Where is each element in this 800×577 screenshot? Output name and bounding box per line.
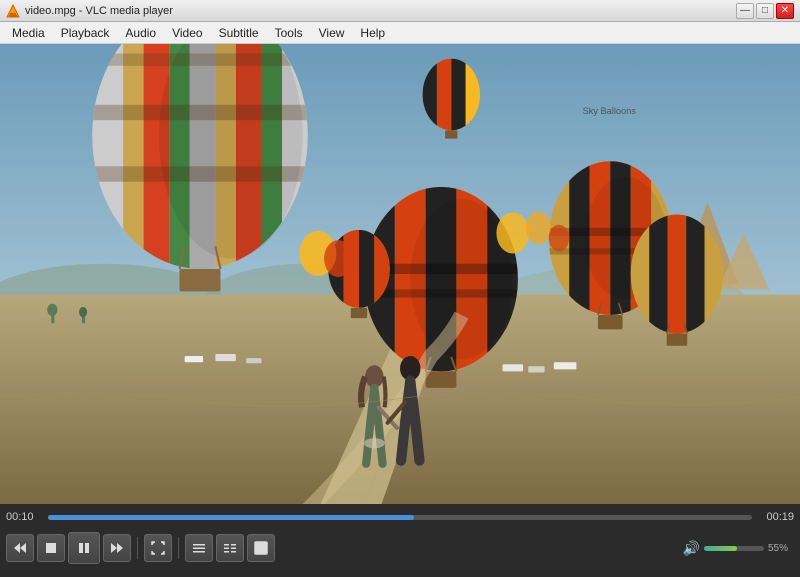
scene-svg: Sky Balloons	[0, 44, 800, 504]
menu-item-media[interactable]: Media	[4, 23, 53, 43]
minimize-button[interactable]: —	[736, 3, 754, 19]
volume-area: 🔊 55%	[683, 540, 794, 557]
video-area[interactable]: Sky Balloons	[0, 44, 800, 504]
progress-fill	[48, 515, 414, 520]
volume-level: 55%	[768, 543, 794, 554]
window-title: video.mpg - VLC media player	[25, 5, 173, 17]
skip-forward-button[interactable]	[103, 534, 131, 562]
time-total: 00:19	[758, 511, 794, 523]
menu-bar: MediaPlaybackAudioVideoSubtitleToolsView…	[0, 22, 800, 44]
svg-text:Sky Balloons: Sky Balloons	[583, 106, 637, 116]
close-button[interactable]: ✕	[776, 3, 794, 19]
playlist-button[interactable]	[185, 534, 213, 562]
skip-backward-button[interactable]	[6, 534, 34, 562]
menu-item-playback[interactable]: Playback	[53, 23, 118, 43]
time-current: 00:10	[6, 511, 42, 523]
control-bar: 00:10 00:19	[0, 504, 800, 577]
menu-item-help[interactable]: Help	[352, 23, 393, 43]
vlc-icon	[6, 4, 20, 18]
extended-settings-button[interactable]	[216, 534, 244, 562]
video-canvas: Sky Balloons	[0, 44, 800, 504]
progress-track[interactable]	[48, 515, 752, 520]
menu-item-video[interactable]: Video	[164, 23, 210, 43]
title-bar-controls: — □ ✕	[736, 3, 794, 19]
menu-item-tools[interactable]: Tools	[267, 23, 311, 43]
fullscreen-button[interactable]	[144, 534, 172, 562]
play-pause-button[interactable]	[68, 532, 100, 564]
menu-item-subtitle[interactable]: Subtitle	[211, 23, 267, 43]
frame-button[interactable]	[247, 534, 275, 562]
controls-row: 🔊 55%	[6, 528, 794, 568]
volume-icon[interactable]: 🔊	[683, 540, 700, 557]
volume-fill	[704, 546, 737, 551]
menu-item-view[interactable]: View	[311, 23, 353, 43]
progress-area: 00:10 00:19	[6, 508, 794, 526]
menu-item-audio[interactable]: Audio	[117, 23, 164, 43]
volume-slider[interactable]	[704, 546, 764, 551]
title-bar: video.mpg - VLC media player — □ ✕	[0, 0, 800, 22]
right-controls: 🔊 55%	[683, 540, 794, 557]
title-bar-left: video.mpg - VLC media player	[6, 4, 173, 18]
maximize-button[interactable]: □	[756, 3, 774, 19]
left-controls	[6, 532, 275, 564]
stop-button[interactable]	[37, 534, 65, 562]
